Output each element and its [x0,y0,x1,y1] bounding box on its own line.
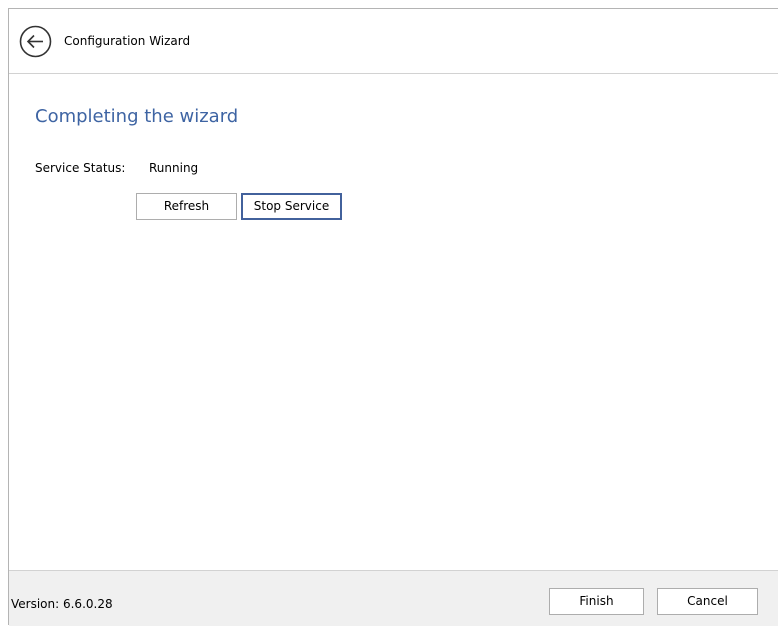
finish-button[interactable]: Finish [549,588,644,615]
version-label: Version: 6.6.0.28 [11,597,113,611]
refresh-button[interactable]: Refresh [136,193,237,220]
page-title: Completing the wizard [35,106,239,127]
cancel-button[interactable]: Cancel [657,588,758,615]
footer-bar: Version: 6.6.0.28 Finish Cancel [9,570,778,626]
stop-service-button[interactable]: Stop Service [241,193,342,220]
service-status-label: Service Status: [35,161,126,175]
window-title: Configuration Wizard [64,34,191,48]
service-status-value: Running [149,161,199,175]
wizard-window: Configuration Wizard Completing the wiza… [8,8,778,626]
arrow-left-circle-icon [19,25,52,58]
back-button[interactable] [19,25,52,58]
header-bar: Configuration Wizard [9,9,778,74]
